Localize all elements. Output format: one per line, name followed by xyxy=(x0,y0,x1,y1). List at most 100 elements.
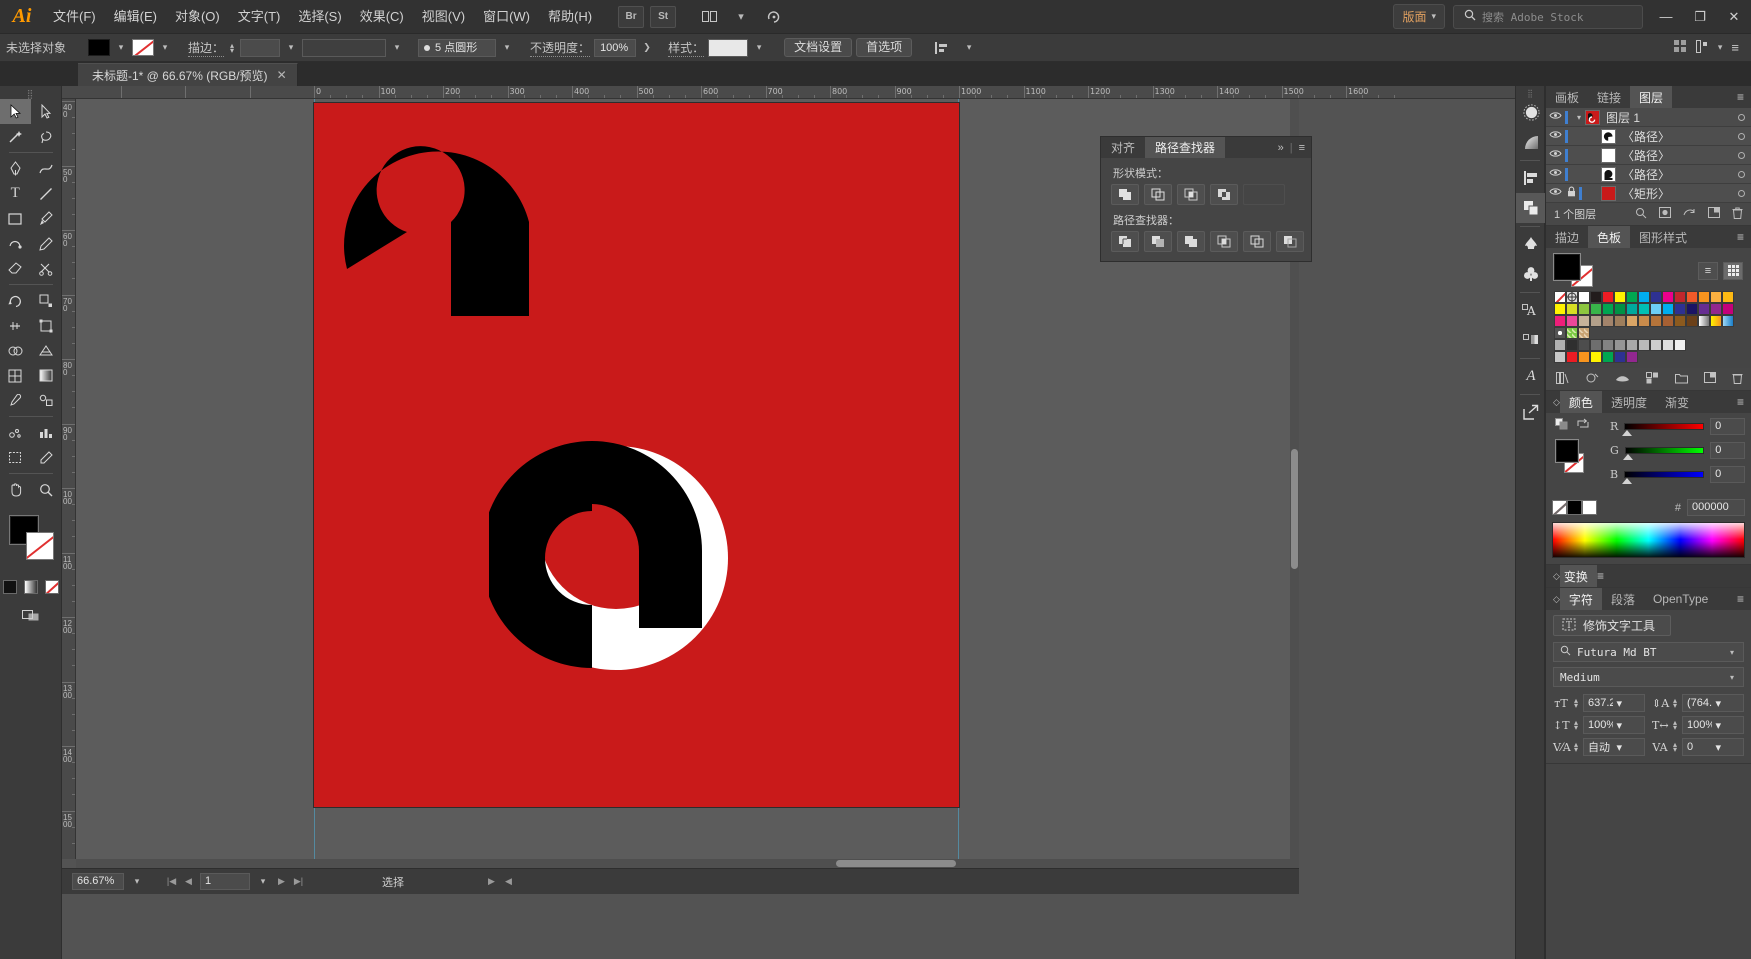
tab-pathfinder[interactable]: 路径查找器 xyxy=(1145,137,1226,158)
outline-icon[interactable] xyxy=(1243,231,1271,252)
visibility-icon[interactable] xyxy=(1546,130,1564,142)
opacity-options-icon[interactable]: ❯ xyxy=(640,39,654,56)
opacity-field[interactable]: 100% xyxy=(594,38,637,57)
artboard-number-field[interactable]: 1 xyxy=(200,873,250,890)
slider-g-value[interactable]: 0 xyxy=(1710,442,1745,459)
direct-selection-tool[interactable] xyxy=(31,99,62,124)
swatches-fill-box[interactable] xyxy=(1554,254,1580,280)
next-artboard-button[interactable]: ▶ xyxy=(276,876,287,887)
chevron-down-icon[interactable]: ▾ xyxy=(1573,113,1585,122)
leading-stepper[interactable]: ▴ ▾ xyxy=(1673,697,1677,710)
zoom-chevron-down-icon[interactable]: ▾ xyxy=(130,873,144,890)
swatch-cell[interactable] xyxy=(1674,291,1686,303)
swatch-cell[interactable] xyxy=(1566,327,1578,339)
stroke-weight-stepper[interactable]: ▴ ▾ xyxy=(230,41,234,54)
pencil-tool[interactable] xyxy=(31,231,62,256)
brush-definition-field[interactable]: 5 点圆形 xyxy=(418,38,497,57)
slider-b[interactable]: B 0 xyxy=(1610,466,1745,484)
fill-chevron-down-icon[interactable]: ▾ xyxy=(114,39,128,56)
magic-wand-tool[interactable] xyxy=(0,124,31,149)
slider-r-value[interactable]: 0 xyxy=(1710,418,1745,435)
menu-object[interactable]: 对象(O) xyxy=(166,0,229,34)
swatch-cell[interactable] xyxy=(1554,339,1566,351)
align-icon-rail[interactable] xyxy=(1516,163,1546,193)
swatch-white[interactable] xyxy=(1582,500,1597,515)
swatch-cell[interactable] xyxy=(1554,315,1566,327)
tab-align[interactable]: 对齐 xyxy=(1101,137,1145,158)
stroke-color-box[interactable] xyxy=(26,532,54,560)
asset-export-icon[interactable] xyxy=(1516,397,1546,427)
tab-gradient[interactable]: 渐变 xyxy=(1656,391,1698,413)
perspective-grid-tool[interactable] xyxy=(31,338,62,363)
pathfinder-icon[interactable] xyxy=(1516,193,1546,223)
layer-row-1[interactable]: 〈路径〉 xyxy=(1546,127,1751,146)
slice-tool[interactable] xyxy=(31,445,62,470)
stock-icon[interactable]: St xyxy=(650,5,677,28)
swatch-cell[interactable] xyxy=(1566,291,1578,303)
layer-name[interactable]: 〈矩形〉 xyxy=(1622,185,1731,202)
stroke-profile-chevron-down-icon[interactable]: ▾ xyxy=(390,39,404,56)
transform-panel-menu-icon[interactable]: ≡ xyxy=(1597,569,1604,583)
tab-opentype[interactable]: OpenType xyxy=(1644,588,1717,610)
stroke-weight-chevron-down-icon[interactable]: ▾ xyxy=(284,39,298,56)
transparency-icon[interactable] xyxy=(1516,325,1546,355)
workspace-icon[interactable] xyxy=(1695,39,1709,56)
tab-swatches[interactable]: 色板 xyxy=(1588,226,1631,248)
tab-links[interactable]: 链接 xyxy=(1588,86,1630,108)
stroke-weight-field[interactable] xyxy=(240,38,281,57)
close-button[interactable]: ✕ xyxy=(1717,0,1751,34)
arrange-documents-icon[interactable] xyxy=(696,6,722,28)
artboard[interactable] xyxy=(314,103,959,807)
swatch-cell[interactable] xyxy=(1614,351,1626,363)
leading-chevron-down-icon[interactable]: ▾ xyxy=(1712,697,1744,710)
swatch-libraries-icon[interactable] xyxy=(1556,371,1570,387)
zoom-level-field[interactable]: 66.67% xyxy=(72,873,124,890)
slider-g[interactable]: G 0 xyxy=(1610,442,1745,460)
swatch-cell[interactable] xyxy=(1650,315,1662,327)
layer-row-0[interactable]: ▾ 图层 1 xyxy=(1546,108,1751,127)
layer-target-icon[interactable] xyxy=(1731,129,1751,143)
rail-grip[interactable]: ⣿ xyxy=(1516,89,1544,98)
artwork-arc-bottom[interactable] xyxy=(489,423,769,723)
status-arrow-left[interactable]: ◀ xyxy=(503,876,514,887)
make-mask-icon[interactable] xyxy=(1659,206,1671,222)
transform-title[interactable]: 变换 xyxy=(1559,565,1597,587)
locate-object-icon[interactable] xyxy=(1635,207,1647,222)
delete-swatch-icon[interactable] xyxy=(1732,372,1743,387)
graphic-styles-icon[interactable] xyxy=(1516,259,1546,289)
swatch-cell[interactable] xyxy=(1578,327,1590,339)
color-fill-box[interactable] xyxy=(1556,440,1578,462)
lock-icon[interactable] xyxy=(1564,186,1578,200)
menu-icon[interactable]: ≡ xyxy=(1731,40,1739,55)
swatch-cell[interactable] xyxy=(1662,303,1674,315)
swatch-cell[interactable] xyxy=(1638,303,1650,315)
swatches-panel-menu-icon[interactable]: ≡ xyxy=(1737,226,1751,248)
swatch-cell[interactable] xyxy=(1614,303,1626,315)
swatch-cell[interactable] xyxy=(1578,351,1590,363)
swatch-cell[interactable] xyxy=(1602,339,1614,351)
new-swatch-icon[interactable] xyxy=(1704,372,1716,386)
menu-effect[interactable]: 效果(C) xyxy=(351,0,413,34)
minus-front-icon[interactable] xyxy=(1144,184,1172,205)
exclude-icon[interactable] xyxy=(1210,184,1238,205)
merge-icon[interactable] xyxy=(1177,231,1205,252)
style-chevron-down-icon[interactable]: ▾ xyxy=(752,39,766,56)
type-tool[interactable]: T xyxy=(0,181,31,206)
list-view-icon[interactable]: ≡ xyxy=(1698,261,1718,280)
document-setup-button[interactable]: 文档设置 xyxy=(784,38,853,57)
slider-r[interactable]: R 0 xyxy=(1610,418,1745,436)
character-collapse-icon[interactable]: ◇ xyxy=(1546,588,1560,610)
selection-tool[interactable] xyxy=(0,99,31,124)
stroke-color-swatch[interactable] xyxy=(132,39,155,56)
default-colors-icon[interactable] xyxy=(1555,418,1568,433)
hand-tool[interactable] xyxy=(0,477,31,502)
color-spectrum[interactable] xyxy=(1552,522,1745,558)
layer-target-icon[interactable] xyxy=(1731,110,1751,124)
tracking-field[interactable]: 0 ▾ xyxy=(1682,738,1744,756)
stroke-chevron-down-icon[interactable]: ▾ xyxy=(158,39,172,56)
none-mode-icon[interactable] xyxy=(44,580,59,594)
swatch-cell[interactable] xyxy=(1614,339,1626,351)
swatch-none[interactable] xyxy=(1552,500,1567,515)
slider-r-track[interactable] xyxy=(1622,423,1705,436)
trim-icon[interactable] xyxy=(1144,231,1172,252)
